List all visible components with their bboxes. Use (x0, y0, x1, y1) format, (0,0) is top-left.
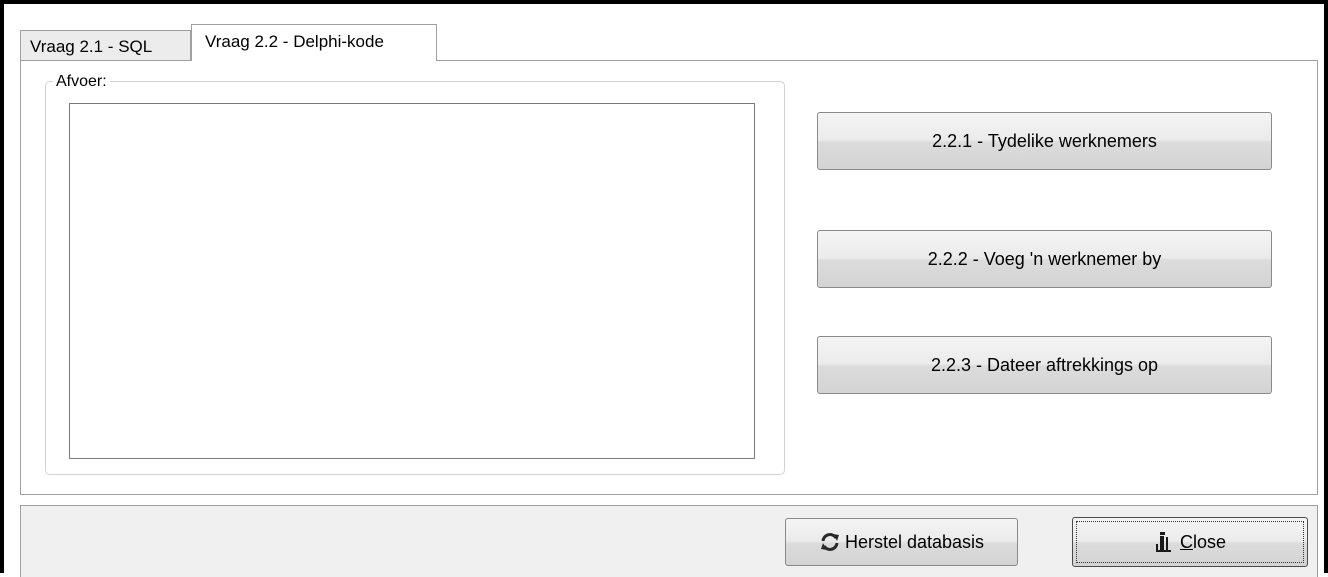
button-label: Herstel databasis (844, 531, 985, 552)
button-label: 2.2.3 - Dateer aftrekkings op (930, 354, 1159, 375)
button-label: 2.2.2 - Voeg 'n werknemer by (927, 248, 1162, 269)
tab-page-delphi-kode: Afvoer: 2.2.1 - Tydelike werknemers 2.2.… (20, 60, 1318, 495)
refresh-icon (819, 531, 841, 553)
temporary-employees-button[interactable]: 2.2.1 - Tydelike werknemers (817, 112, 1272, 170)
button-label: 2.2.1 - Tydelike werknemers (932, 130, 1157, 151)
output-groupbox-caption: Afvoer: (53, 73, 110, 91)
output-memo[interactable] (69, 103, 755, 459)
tab-label: Vraag 2.2 - Delphi-kode (205, 32, 384, 51)
tab-vraag-2-1-sql[interactable]: Vraag 2.1 - SQL (20, 30, 191, 60)
main-window: Vraag 2.1 - SQL Vraag 2.2 - Delphi-kode … (0, 0, 1328, 577)
close-button[interactable]: Close (1072, 517, 1308, 567)
update-deductions-button[interactable]: 2.2.3 - Dateer aftrekkings op (817, 336, 1272, 394)
add-employee-button[interactable]: 2.2.2 - Voeg 'n werknemer by (817, 230, 1272, 288)
tab-label: Vraag 2.1 - SQL (30, 37, 153, 56)
bottom-panel: Herstel databasis Close (20, 505, 1318, 577)
tab-vraag-2-2-delphi-kode[interactable]: Vraag 2.2 - Delphi-kode (191, 24, 437, 61)
close-label: Close (1179, 531, 1227, 552)
restore-database-button[interactable]: Herstel databasis (785, 518, 1018, 566)
output-groupbox: Afvoer: (45, 73, 785, 475)
